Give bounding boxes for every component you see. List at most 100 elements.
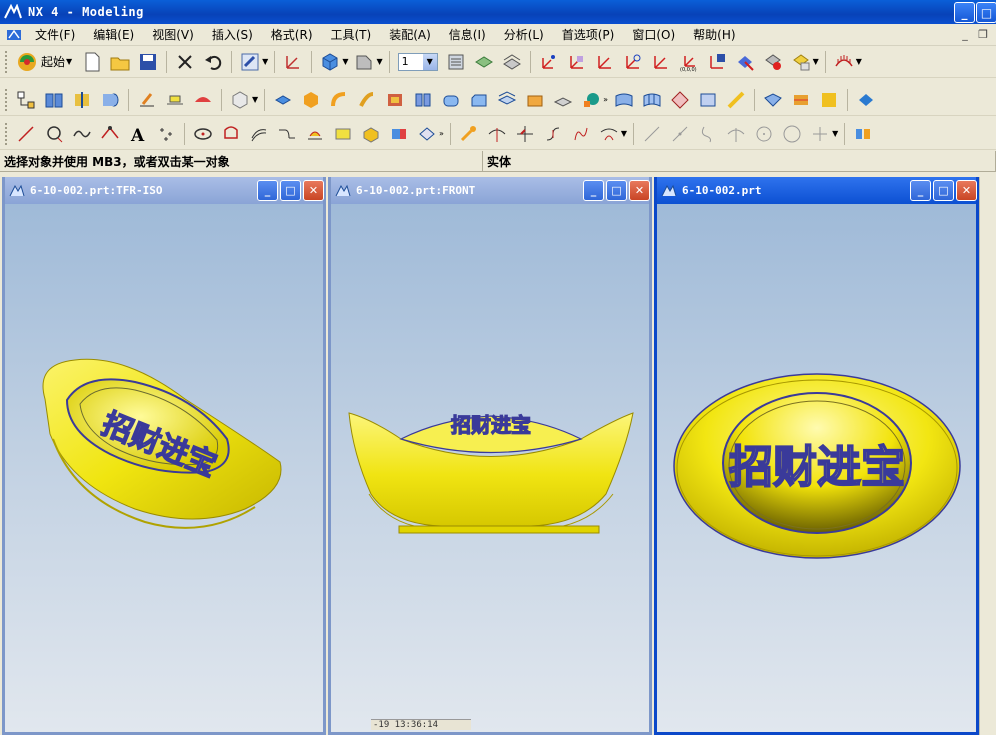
layer-settings-icon[interactable] bbox=[444, 50, 468, 74]
surface-icon[interactable] bbox=[612, 88, 636, 112]
close-button[interactable]: ✕ bbox=[303, 180, 324, 201]
hide-show-icon[interactable] bbox=[789, 50, 813, 74]
viewport-front[interactable]: 6-10-002.prt:FRONT _ □ ✕ 招财进宝 -19 13:36:… bbox=[328, 177, 652, 735]
viewport-iso[interactable]: 6-10-002.prt:TFR-ISO _ □ ✕ 招财进宝 bbox=[2, 177, 326, 735]
extrude-icon[interactable] bbox=[271, 88, 295, 112]
delete-icon[interactable] bbox=[173, 50, 197, 74]
sketch-section-icon[interactable] bbox=[163, 88, 187, 112]
menu-help[interactable]: 帮助(H) bbox=[684, 26, 744, 43]
edit-curve-icon[interactable] bbox=[457, 122, 481, 146]
trim-curve-icon[interactable] bbox=[485, 122, 509, 146]
minimize-button[interactable]: _ bbox=[583, 180, 604, 201]
line-icon[interactable] bbox=[14, 122, 38, 146]
doc-restore-icon[interactable]: ❐ bbox=[976, 27, 990, 41]
maximize-button[interactable]: □ bbox=[280, 180, 301, 201]
viewport-top[interactable]: 6-10-002.prt _ □ ✕ 招财进宝 bbox=[654, 177, 979, 735]
split-body-icon[interactable] bbox=[789, 88, 813, 112]
work-layer-select[interactable]: 1 ▼ bbox=[397, 52, 438, 71]
draft-icon[interactable] bbox=[523, 88, 547, 112]
extract-curve-icon[interactable] bbox=[359, 122, 383, 146]
toolbar-grip[interactable] bbox=[5, 88, 9, 111]
close-button[interactable]: ✕ bbox=[956, 180, 977, 201]
sweep-icon[interactable] bbox=[355, 88, 379, 112]
sphere-icon[interactable] bbox=[579, 88, 603, 112]
shaded-cube-icon[interactable] bbox=[318, 50, 342, 74]
section-view-icon[interactable] bbox=[70, 88, 94, 112]
csys-display-icon[interactable] bbox=[733, 50, 757, 74]
sketch-icon[interactable] bbox=[135, 88, 159, 112]
menu-preferences[interactable]: 首选项(P) bbox=[553, 26, 624, 43]
chamfer-icon[interactable] bbox=[467, 88, 491, 112]
book-icon[interactable] bbox=[42, 88, 66, 112]
sketch-circle2-icon[interactable] bbox=[780, 122, 804, 146]
minimize-button[interactable]: _ bbox=[257, 180, 278, 201]
menu-tools[interactable]: 工具(T) bbox=[322, 26, 381, 43]
trim-body-icon[interactable] bbox=[761, 88, 785, 112]
maximize-button[interactable]: □ bbox=[933, 180, 954, 201]
patch-icon[interactable] bbox=[817, 88, 841, 112]
sketch-cross-icon[interactable] bbox=[724, 122, 748, 146]
datum-csys-icon[interactable] bbox=[537, 50, 561, 74]
curve-length-icon[interactable] bbox=[569, 122, 593, 146]
mesh-surface-icon[interactable] bbox=[640, 88, 664, 112]
start-button[interactable]: 起始 ▼ bbox=[12, 51, 78, 73]
menu-assembly[interactable]: 装配(A) bbox=[380, 26, 440, 43]
csys-orient-icon[interactable] bbox=[621, 50, 645, 74]
trim-corner-icon[interactable] bbox=[513, 122, 537, 146]
toolbar-grip[interactable] bbox=[5, 50, 9, 73]
selection-filter-icon[interactable] bbox=[238, 50, 262, 74]
through-curves-icon[interactable] bbox=[696, 88, 720, 112]
save-icon[interactable] bbox=[136, 50, 160, 74]
hollow-icon[interactable] bbox=[383, 88, 407, 112]
menu-edit[interactable]: 编辑(E) bbox=[84, 26, 143, 43]
menu-info[interactable]: 信息(I) bbox=[440, 26, 495, 43]
menu-window[interactable]: 窗口(O) bbox=[623, 26, 684, 43]
close-button[interactable]: ✕ bbox=[629, 180, 650, 201]
render-style-icon[interactable] bbox=[352, 50, 376, 74]
section-curve-icon[interactable] bbox=[415, 122, 439, 146]
assembly-navigator-icon[interactable] bbox=[14, 88, 38, 112]
point-icon[interactable] bbox=[154, 122, 178, 146]
fillet-curve-icon[interactable] bbox=[597, 122, 621, 146]
intersection-curve-icon[interactable] bbox=[387, 122, 411, 146]
viewport-canvas[interactable]: 招财进宝 bbox=[657, 204, 976, 732]
part-icon[interactable] bbox=[851, 122, 875, 146]
new-file-icon[interactable] bbox=[80, 50, 104, 74]
viewport-canvas[interactable]: 招财进宝 -19 13:36:14 bbox=[331, 204, 649, 732]
edge-blend-icon[interactable] bbox=[439, 88, 463, 112]
menu-view[interactable]: 视图(V) bbox=[143, 26, 203, 43]
sketch-circle-icon[interactable] bbox=[752, 122, 776, 146]
offset-curve-icon[interactable] bbox=[247, 122, 271, 146]
text-icon[interactable]: A bbox=[126, 122, 150, 146]
polygon-icon[interactable] bbox=[219, 122, 243, 146]
layer-visible-icon[interactable] bbox=[472, 50, 496, 74]
menu-analysis[interactable]: 分析(L) bbox=[495, 26, 553, 43]
doc-minimize-icon[interactable]: _ bbox=[958, 27, 972, 41]
menu-insert[interactable]: 插入(S) bbox=[203, 26, 262, 43]
studio-spline-icon[interactable] bbox=[98, 122, 122, 146]
menu-format[interactable]: 格式(R) bbox=[262, 26, 322, 43]
sketch-arc-icon[interactable] bbox=[696, 122, 720, 146]
sketch-line2-icon[interactable] bbox=[668, 122, 692, 146]
offset-face-icon[interactable] bbox=[551, 88, 575, 112]
divide-curve-icon[interactable] bbox=[541, 122, 565, 146]
csys-save-icon[interactable] bbox=[705, 50, 729, 74]
minimize-button[interactable]: _ bbox=[954, 2, 975, 23]
viewport-canvas[interactable]: 招财进宝 bbox=[5, 204, 323, 732]
bridge-curve-icon[interactable] bbox=[275, 122, 299, 146]
analysis-comb-icon[interactable] bbox=[832, 50, 856, 74]
bounded-plane-icon[interactable] bbox=[668, 88, 692, 112]
maximize-button[interactable]: □ bbox=[976, 2, 996, 23]
object-display-icon[interactable] bbox=[761, 50, 785, 74]
wcs-icon[interactable] bbox=[281, 50, 305, 74]
right-resource-bar[interactable] bbox=[979, 177, 996, 735]
sew-icon[interactable] bbox=[724, 88, 748, 112]
sketch-line-icon[interactable] bbox=[640, 122, 664, 146]
undo-icon[interactable] bbox=[201, 50, 225, 74]
wrap-curve-icon[interactable] bbox=[331, 122, 355, 146]
thin-wall-icon[interactable] bbox=[411, 88, 435, 112]
move-to-layer-icon[interactable] bbox=[500, 50, 524, 74]
spline-icon[interactable] bbox=[70, 122, 94, 146]
ellipse-icon[interactable] bbox=[191, 122, 215, 146]
project-curve-icon[interactable] bbox=[303, 122, 327, 146]
